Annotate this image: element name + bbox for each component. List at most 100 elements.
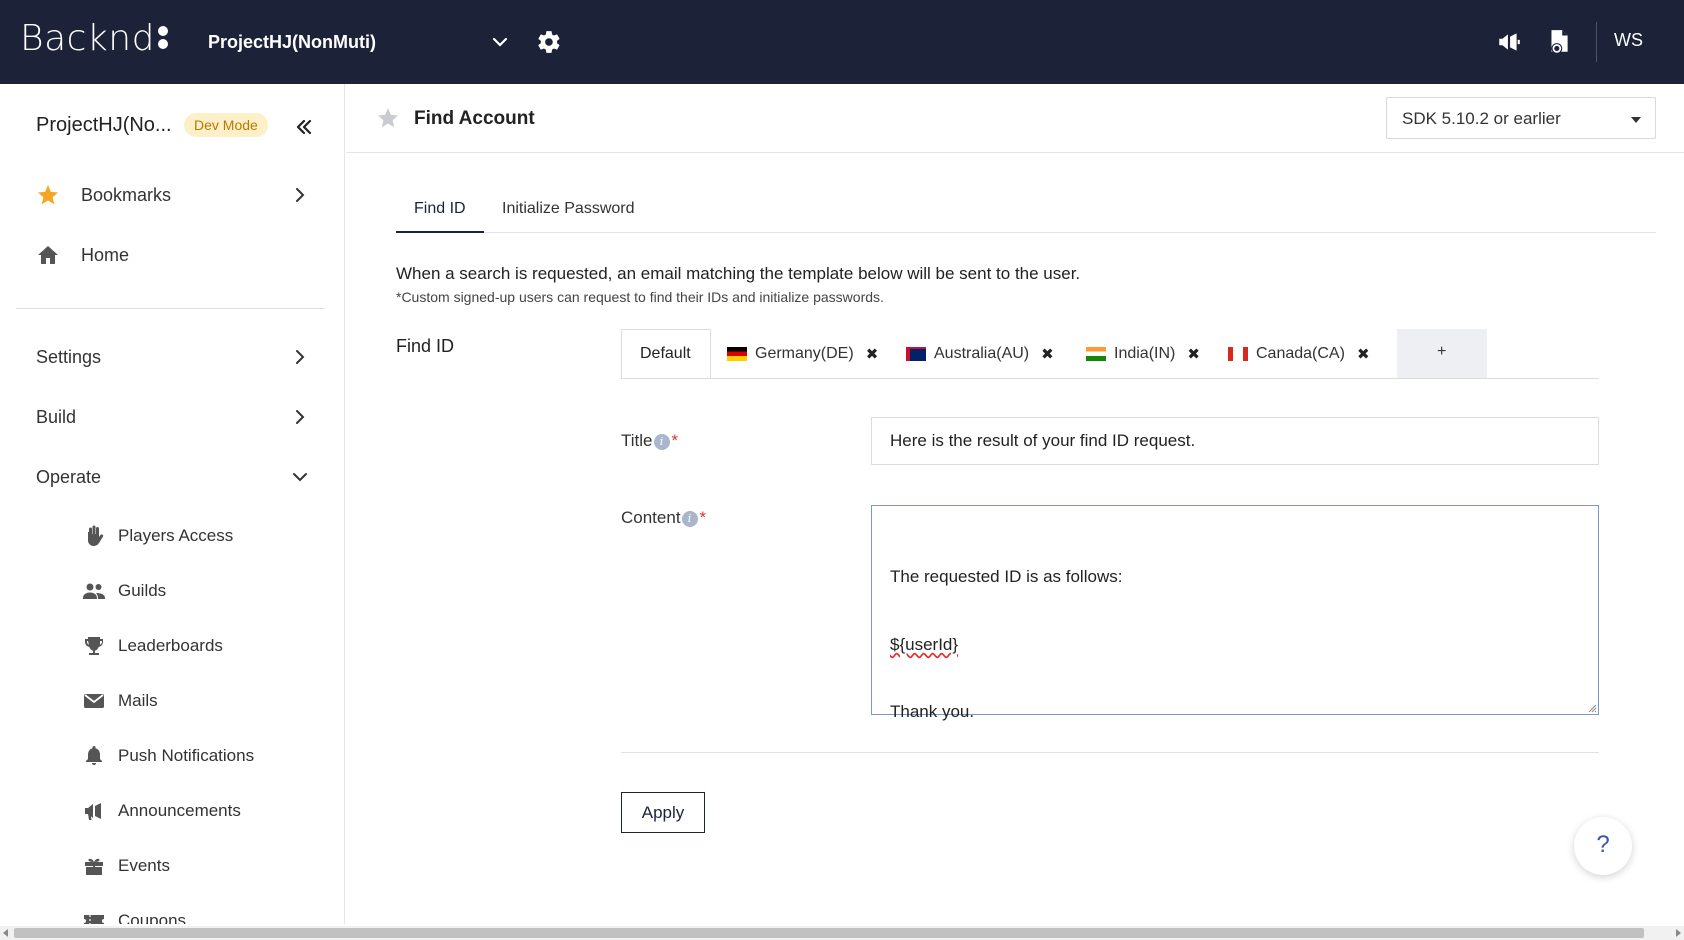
dev-mode-badge: Dev Mode: [184, 113, 268, 137]
india-flag-icon: [1086, 347, 1106, 361]
sidebar-item-label: Mails: [118, 691, 158, 710]
users-icon: [83, 583, 105, 599]
language-tab-label: Germany(DE): [755, 345, 854, 362]
title-label-text: Title: [621, 431, 653, 450]
title-label: Title i *: [621, 431, 678, 451]
language-tab-germany[interactable]: Germany(DE) ✖: [727, 344, 878, 364]
sidebar-item-label: Guilds: [118, 581, 167, 600]
page-title: Find Account: [414, 108, 535, 129]
sidebar-item-home[interactable]: Home: [0, 233, 344, 277]
required-mark: *: [699, 508, 707, 527]
apply-button[interactable]: Apply: [621, 792, 705, 833]
description-note: *Custom signed-up users can request to f…: [396, 289, 884, 305]
required-mark: *: [671, 431, 679, 450]
scroll-left-icon[interactable]: [3, 929, 8, 937]
backnd-logo[interactable]: Backnd: [20, 18, 169, 59]
resize-handle-icon[interactable]: [1587, 703, 1597, 713]
scrollbar-thumb[interactable]: [14, 928, 1644, 938]
language-tab-australia[interactable]: Australia(AU) ✖: [906, 344, 1054, 364]
info-icon[interactable]: i: [681, 511, 698, 527]
sidebar-item-announcements[interactable]: Announcements: [0, 789, 344, 833]
sidebar-item-label: Build: [36, 406, 77, 427]
bell-icon: [86, 746, 102, 765]
remove-language-icon[interactable]: ✖: [1041, 345, 1054, 363]
gift-icon: [85, 858, 103, 875]
megaphone-icon[interactable]: [1496, 29, 1522, 55]
add-language-button[interactable]: +: [1397, 329, 1487, 378]
help-icon: ?: [1596, 831, 1610, 858]
sidebar-item-players-access[interactable]: Players Access: [0, 514, 344, 558]
language-tab-canada[interactable]: Canada(CA) ✖: [1228, 344, 1370, 364]
language-tab-label: Australia(AU): [934, 345, 1030, 362]
star-icon: [38, 185, 58, 205]
sidebar-item-label: Bookmarks: [81, 184, 172, 205]
sidebar: ProjectHJ(No... Dev Mode Bookmarks Home …: [0, 84, 345, 924]
chevron-down-icon: [492, 37, 508, 47]
sdk-version-select[interactable]: SDK 5.10.2 or earlier: [1386, 97, 1656, 139]
remove-language-icon[interactable]: ✖: [1357, 345, 1370, 363]
content-textarea[interactable]: The requested ID is as follows: ${userId…: [871, 505, 1599, 721]
chevron-right-icon: [296, 350, 305, 364]
language-tab-label: India(IN): [1114, 345, 1176, 362]
trophy-icon: [85, 637, 103, 655]
sidebar-item-guilds[interactable]: Guilds: [0, 569, 344, 613]
scroll-right-icon[interactable]: [1676, 929, 1681, 937]
sidebar-item-bookmarks[interactable]: Bookmarks: [0, 173, 344, 217]
chevron-right-icon: [296, 188, 305, 202]
topbar-divider: [1596, 22, 1597, 62]
sidebar-item-mails[interactable]: Mails: [0, 679, 344, 723]
sidebar-item-operate[interactable]: Operate: [0, 455, 344, 499]
document-gear-icon[interactable]: [1546, 28, 1572, 56]
sidebar-item-label: Operate: [36, 466, 102, 487]
sidebar-item-leaderboards[interactable]: Leaderboards: [0, 624, 344, 668]
language-tab-default[interactable]: Default: [621, 329, 711, 378]
sidebar-item-events[interactable]: Events: [0, 844, 344, 888]
sidebar-divider: [16, 308, 325, 309]
language-tab-label: Canada(CA): [1256, 345, 1345, 362]
language-tab-label: Default: [640, 345, 691, 362]
remove-language-icon[interactable]: ✖: [866, 345, 879, 363]
tab-initialize-password[interactable]: Initialize Password: [502, 200, 635, 218]
megaphone-icon: [85, 803, 101, 820]
content-label: Content i *: [621, 508, 706, 528]
add-language-label: +: [1437, 343, 1447, 360]
help-button[interactable]: ?: [1574, 817, 1632, 875]
horizontal-scrollbar[interactable]: [0, 926, 1684, 940]
sidebar-item-label: Settings: [36, 346, 102, 367]
content-line: The requested ID is as follows:: [890, 567, 1123, 586]
active-tab-indicator: [396, 231, 484, 233]
user-initials[interactable]: WS: [1614, 30, 1643, 51]
remove-language-icon[interactable]: ✖: [1187, 345, 1200, 363]
australia-flag-icon: [906, 347, 926, 361]
germany-flag-icon: [727, 347, 747, 361]
tab-find-id[interactable]: Find ID: [414, 200, 466, 218]
bookmark-star-icon[interactable]: [376, 106, 400, 130]
sidebar-item-label: Players Access: [118, 526, 234, 545]
top-bar: Backnd ProjectHJ(NonMuti) WS: [0, 0, 1684, 84]
hand-icon: [88, 525, 104, 546]
collapse-sidebar-icon[interactable]: [294, 117, 314, 137]
home-icon: [38, 246, 58, 264]
sidebar-item-push-notifications[interactable]: Push Notifications: [0, 734, 344, 778]
info-icon[interactable]: i: [653, 434, 670, 450]
content-line: Thank you.: [890, 702, 975, 721]
content-label-text: Content: [621, 508, 681, 527]
ticket-icon: [84, 915, 104, 924]
find-id-section-label: Find ID: [396, 336, 455, 356]
sidebar-item-label: Events: [118, 856, 170, 875]
page-header: Find Account SDK 5.10.2 or earlier: [346, 84, 1684, 153]
sidebar-item-label: Push Notifications: [118, 746, 255, 765]
sidebar-item-label: Announcements: [118, 801, 241, 820]
sidebar-item-build[interactable]: Build: [0, 395, 344, 439]
gear-icon[interactable]: [536, 29, 562, 55]
chevron-down-icon: [293, 473, 307, 482]
sidebar-item-settings[interactable]: Settings: [0, 335, 344, 379]
language-tab-india[interactable]: India(IN) ✖: [1086, 344, 1200, 364]
canada-flag-icon: [1228, 347, 1248, 361]
sidebar-item-coupons[interactable]: Coupons: [0, 899, 344, 924]
project-selector[interactable]: ProjectHJ(NonMuti): [208, 26, 508, 58]
caret-down-icon: [1631, 117, 1641, 123]
content-line-placeholder: ${userId}: [890, 634, 959, 654]
project-name: ProjectHJ(NonMuti): [208, 31, 376, 52]
title-input[interactable]: [871, 417, 1599, 465]
